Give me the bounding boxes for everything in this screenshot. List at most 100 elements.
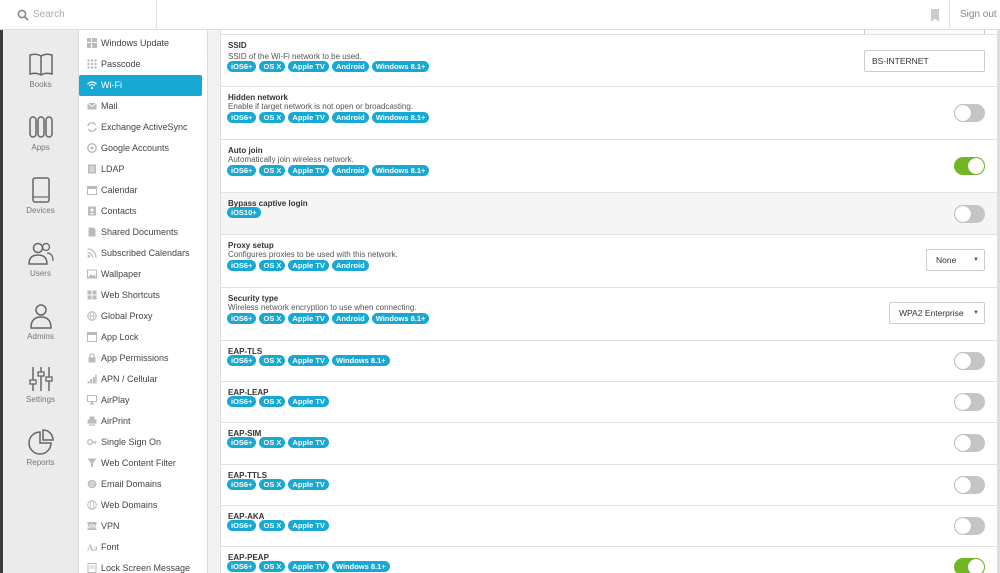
platform-badge: OS X (259, 479, 286, 490)
payload-item-web-domains[interactable]: Web Domains (79, 495, 202, 516)
search-input[interactable]: Search (33, 9, 65, 20)
nav-label: Settings (26, 395, 55, 404)
platform-badge: Windows 8.1+ (371, 112, 430, 123)
platform-badge: Apple TV (288, 355, 329, 366)
admin-icon (29, 304, 52, 329)
payload-item-vpn[interactable]: VPN VPN (79, 516, 202, 537)
document-icon (88, 227, 96, 237)
payload-item-calendar[interactable]: Calendar (79, 180, 202, 201)
calendar-icon (87, 186, 97, 195)
header-divider (949, 0, 950, 30)
payload-item-windows-update[interactable]: Windows Update (79, 33, 202, 54)
search-icon (17, 9, 29, 21)
select-value: None (936, 255, 957, 265)
setting-title: Security type (228, 294, 279, 303)
ldap-icon (88, 164, 96, 174)
message-icon (87, 563, 97, 573)
setting-title: Proxy setup (228, 241, 274, 250)
platform-badges: iOS6+ OS X Apple TV Android Windows 8.1+ (227, 61, 430, 72)
platform-badge: Windows 8.1+ (331, 561, 390, 572)
payload-item-apn[interactable]: APN / Cellular (79, 369, 202, 390)
search-box[interactable]: Search (0, 0, 157, 30)
eap-sim-toggle[interactable] (954, 434, 985, 452)
payload-item-single-sign-on[interactable]: Single Sign On (79, 432, 202, 453)
eap-ttls-toggle[interactable] (954, 476, 985, 494)
nav-item-users[interactable]: Users (3, 239, 78, 299)
payload-item-web-shortcuts[interactable]: Web Shortcuts (79, 285, 202, 306)
grid-icon (87, 290, 97, 300)
auto-join-toggle[interactable] (954, 157, 985, 175)
platform-badge: Android (331, 313, 369, 324)
bookmark-icon[interactable] (928, 8, 942, 23)
toggle-knob (955, 206, 971, 222)
platform-badge: iOS6+ (227, 396, 257, 407)
setting-row-eap-sim: EAP-SIM iOS6+ OS X Apple TV (221, 423, 998, 465)
setting-row-bypass-captive-login: Bypass captive login iOS10+ (221, 193, 998, 235)
platform-badges: iOS6+ OS X Apple TV (227, 479, 329, 490)
eap-aka-toggle[interactable] (954, 517, 985, 535)
payload-item-wallpaper[interactable]: Wallpaper (79, 264, 202, 285)
payload-item-passcode[interactable]: Passcode (79, 54, 202, 75)
nav-item-devices[interactable]: Devices (3, 176, 78, 236)
sliders-icon (28, 367, 53, 391)
security-type-select[interactable]: WPA2 Enterprise ▼ (889, 302, 985, 324)
payload-item-ldap[interactable]: LDAP (79, 159, 202, 180)
eap-peap-toggle[interactable] (954, 558, 985, 573)
platform-badge: iOS10+ (227, 207, 261, 218)
platform-badge: Apple TV (288, 260, 329, 271)
payload-item-airplay[interactable]: AirPlay (79, 390, 202, 411)
proxy-setup-select[interactable]: None ▼ (926, 249, 985, 271)
pie-chart-icon (27, 429, 54, 455)
ssid-input[interactable]: BS-INTERNET (864, 50, 985, 72)
payload-item-global-proxy[interactable]: Global Proxy (79, 306, 202, 327)
payload-item-font[interactable]: Aa Font (79, 537, 202, 558)
nav-label: Apps (31, 143, 50, 152)
setting-row-eap-aka: EAP-AKA iOS6+ OS X Apple TV (221, 506, 998, 547)
setting-description: Configures proxies to be used with this … (228, 250, 398, 259)
nav-item-reports[interactable]: Reports (3, 428, 78, 488)
nav-label: Devices (26, 206, 55, 215)
hidden-network-toggle[interactable] (954, 104, 985, 122)
svg-text:@: @ (89, 482, 95, 488)
platform-badge: Apple TV (288, 396, 329, 407)
payload-item-google[interactable]: Google Accounts (79, 138, 202, 159)
nav-item-admins[interactable]: Admins (3, 302, 78, 362)
payload-item-web-content-filter[interactable]: Web Content Filter (79, 453, 202, 474)
platform-badge: OS X (259, 561, 286, 572)
payload-item-contacts[interactable]: Contacts (79, 201, 202, 222)
nav-item-apps[interactable]: Apps (3, 113, 78, 173)
nav-item-books[interactable]: Books (3, 50, 78, 110)
payload-item-lock-screen-message[interactable]: Lock Screen Message (79, 558, 202, 573)
setting-row-proxy-setup: Proxy setup Configures proxies to be use… (221, 235, 998, 288)
nav-label: Reports (26, 458, 55, 467)
window-icon (87, 332, 97, 342)
payload-item-mail[interactable]: Mail (79, 96, 202, 117)
platform-badge: Android (331, 260, 369, 271)
eap-leap-toggle[interactable] (954, 393, 985, 411)
setting-description: SSID of the Wi-Fi network to be used. (228, 52, 362, 61)
airplay-icon (87, 395, 97, 405)
payload-item-exchange[interactable]: Exchange ActiveSync (79, 117, 202, 138)
payload-item-email-domains[interactable]: @ Email Domains (79, 474, 202, 495)
setting-row-eap-leap: EAP-LEAP iOS6+ OS X Apple TV (221, 382, 998, 423)
vpn-icon: VPN (87, 522, 97, 531)
setting-title: Auto join (228, 146, 263, 155)
platform-badge: iOS6+ (227, 520, 257, 531)
eap-tls-toggle[interactable] (954, 352, 985, 370)
nav-item-settings[interactable]: Settings (3, 365, 78, 425)
select-value: WPA2 Enterprise (899, 308, 964, 318)
sign-out-link[interactable]: Sign out (960, 9, 997, 20)
payload-item-airprint[interactable]: AirPrint (79, 411, 202, 432)
payload-item-wifi[interactable]: Wi-Fi (79, 75, 202, 96)
payload-item-subscribed-calendars[interactable]: Subscribed Calendars (79, 243, 202, 264)
lock-icon (88, 353, 96, 363)
image-icon (87, 269, 97, 279)
svg-text:VPN: VPN (87, 525, 97, 531)
payload-item-app-lock[interactable]: App Lock (79, 327, 202, 348)
payload-item-app-permissions[interactable]: App Permissions (79, 348, 202, 369)
toggle-knob (955, 353, 971, 369)
bypass-captive-login-toggle[interactable] (954, 205, 985, 223)
payload-item-shared-documents[interactable]: Shared Documents (79, 222, 202, 243)
platform-badge: Windows 8.1+ (371, 313, 430, 324)
platform-badge: Android (331, 61, 369, 72)
